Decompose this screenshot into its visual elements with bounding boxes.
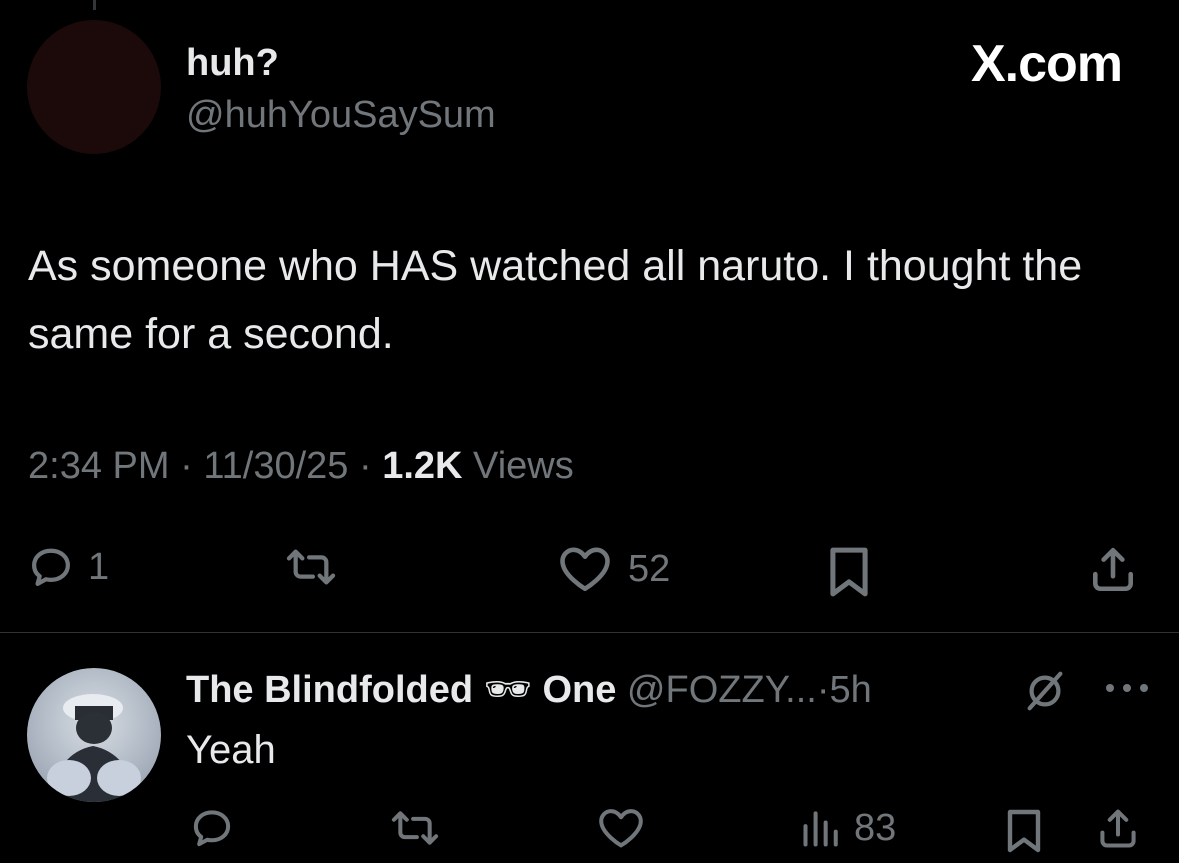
reply-share-button[interactable]	[1096, 806, 1140, 852]
views-count[interactable]: 1.2K	[382, 445, 462, 487]
reply-display-name[interactable]: The Blindfolded	[186, 669, 473, 711]
divider	[0, 632, 1179, 633]
post-time[interactable]: 2:34 PM	[28, 445, 170, 487]
reply-icon	[32, 548, 70, 586]
repost-icon	[286, 549, 336, 585]
reply-header: The Blindfolded 🕶 One @FOZZY...·5h	[186, 668, 872, 712]
header-separator: ·	[816, 669, 830, 711]
analytics-icon	[803, 811, 838, 847]
reply-button[interactable]: 1	[28, 544, 109, 590]
views-label[interactable]: Views	[473, 445, 574, 487]
bookmark-icon	[1007, 809, 1041, 853]
reply-display-name-suffix[interactable]: One	[542, 669, 616, 711]
user-handle[interactable]: @huhYouSaySum	[186, 94, 496, 137]
reply-age[interactable]: 5h	[829, 669, 871, 711]
share-icon	[1093, 547, 1133, 592]
heart-icon	[560, 547, 610, 592]
avatar-character-image	[47, 694, 141, 802]
sunglasses-emoji: 🕶	[483, 669, 532, 711]
reply-count: 1	[88, 545, 110, 588]
meta-separator: ·	[180, 445, 193, 487]
share-icon	[1100, 809, 1136, 848]
reply-icon	[193, 810, 231, 847]
post-meta: 2:34 PM · 11/30/25 · 1.2K Views	[28, 445, 574, 488]
more-icon	[1106, 684, 1148, 692]
reply-like-button[interactable]	[596, 806, 646, 850]
share-button[interactable]	[1088, 544, 1138, 596]
reply-handle[interactable]: @FOZZY...	[627, 669, 817, 711]
post-text: As someone who HAS watched all naruto. I…	[28, 242, 1083, 358]
reply-repost-button[interactable]	[390, 806, 440, 850]
more-options-button[interactable]	[1104, 678, 1150, 703]
repost-button[interactable]	[285, 544, 337, 590]
display-name[interactable]: huh?	[186, 42, 279, 85]
reply-bookmark-button[interactable]	[1004, 806, 1044, 856]
watermark-logo: X.com	[970, 35, 1123, 93]
meta-separator: ·	[358, 445, 372, 487]
post-date[interactable]: 11/30/25	[203, 445, 348, 487]
like-button[interactable]: 52	[556, 544, 670, 594]
repost-icon	[391, 811, 439, 845]
avatar[interactable]	[27, 20, 161, 154]
slashed-circle-icon	[1027, 671, 1063, 711]
bookmark-icon	[830, 547, 868, 597]
reply-views-button[interactable]: 83	[800, 806, 896, 850]
reply-reply-button[interactable]	[190, 806, 234, 850]
reply-avatar[interactable]	[27, 668, 161, 802]
grok-button[interactable]	[1020, 668, 1070, 719]
heart-icon	[599, 809, 643, 848]
bookmark-button[interactable]	[826, 544, 872, 600]
reply-text: Yeah	[186, 728, 276, 772]
like-count: 52	[628, 547, 671, 590]
thread-connector-line	[93, 0, 96, 10]
reply-views-count: 83	[854, 806, 897, 849]
